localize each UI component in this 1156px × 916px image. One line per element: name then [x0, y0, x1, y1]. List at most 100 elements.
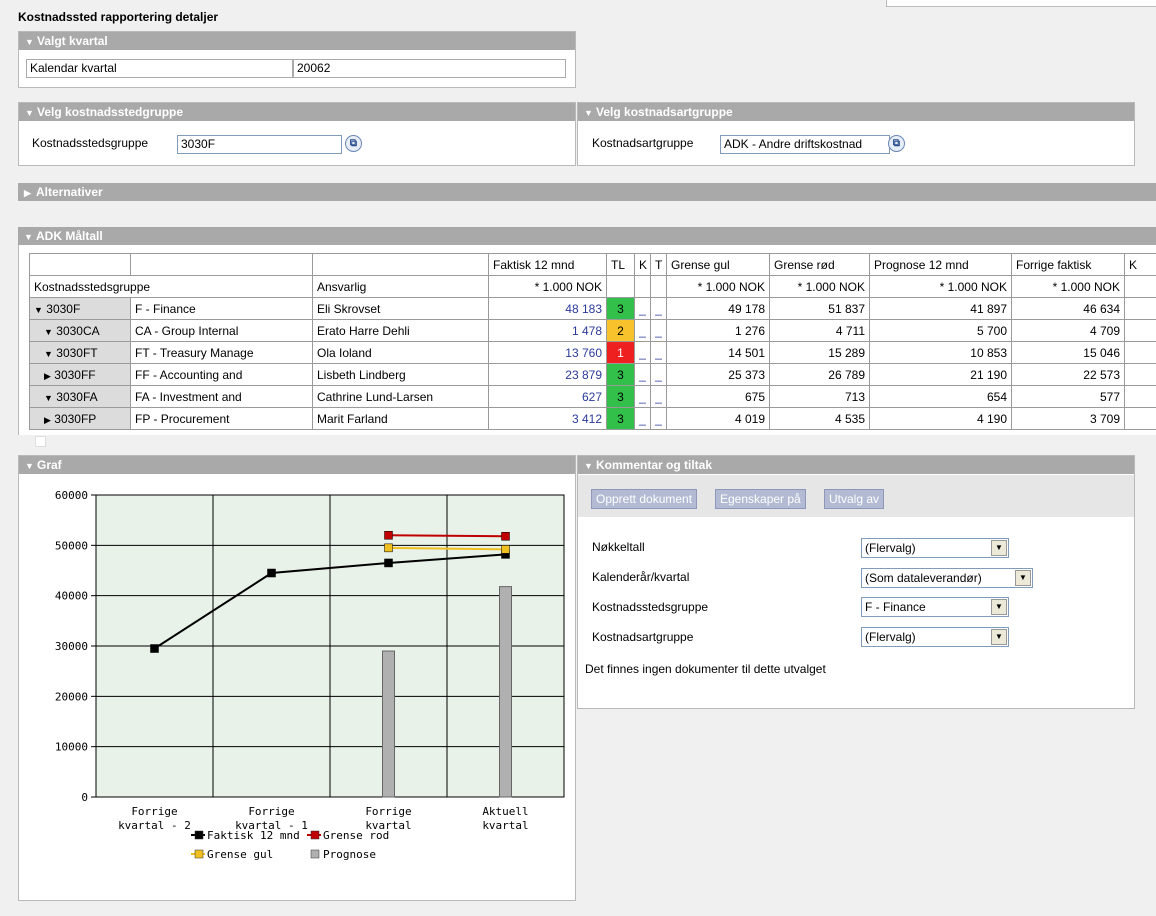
filter-select-kalenderar[interactable]: (Som dataleverandør) ▼ — [861, 568, 1033, 588]
x-tick-label: kvartal - 2 — [118, 819, 191, 832]
row-k-cell[interactable]: _ — [634, 385, 651, 408]
x-tick-label: Forrige — [248, 805, 294, 818]
row-responsible-cell: Marit Farland — [312, 407, 489, 430]
valgt-kvartal-panel: ▼ Valgt kvartal Kalendar kvartal 20062 — [18, 31, 576, 88]
row-code-cell[interactable]: ▼ 3030FA — [29, 385, 131, 408]
row-grense-rod-cell: 713 — [769, 385, 870, 408]
chevron-down-icon[interactable]: ▼ — [991, 540, 1007, 556]
col-header-grense-rod[interactable]: Grense rød — [769, 253, 870, 276]
row-responsible-cell: Erato Harre Dehli — [312, 319, 489, 342]
row-k-cell[interactable]: _ — [634, 341, 651, 364]
collapse-triangle-icon: ▼ — [24, 232, 33, 242]
filter-select-kostnadsstedsgruppe[interactable]: F - Finance ▼ — [861, 597, 1009, 617]
row-code-cell[interactable]: ▼ 3030FT — [29, 341, 131, 364]
row-t-cell[interactable]: _ — [650, 341, 667, 364]
prognose-bar — [382, 650, 395, 798]
row-t-cell[interactable]: _ — [650, 407, 667, 430]
table-row[interactable]: ▼ 3030FA FA - Investment and Cathrine Lund… — [29, 385, 1156, 408]
series-point — [501, 532, 510, 541]
table-row[interactable]: ▶ 3030FP FP - Procurement Marit Farland 3 4… — [29, 407, 1156, 430]
graf-chart: 6000050000400003000020000100000Forrigekv… — [55, 489, 565, 861]
col-header-tl[interactable]: TL — [606, 253, 635, 276]
velg-kostnadsartgruppe-header[interactable]: ▼ Velg kostnadsartgruppe — [578, 103, 1134, 121]
kostnadsstedsgruppe-input[interactable]: 3030F — [177, 135, 342, 154]
row-grense-rod-cell: 15 289 — [769, 341, 870, 364]
filter-select-nokkeltall[interactable]: (Flervalg) ▼ — [861, 538, 1009, 558]
row-k-cell[interactable]: _ — [634, 407, 651, 430]
row-k-cell[interactable]: _ — [634, 297, 651, 320]
expand-triangle-icon[interactable]: ▼ — [34, 305, 43, 315]
velg-kostnadsstedgruppe-header[interactable]: ▼ Velg kostnadsstedgruppe — [19, 103, 575, 121]
col-header-k[interactable]: K — [634, 253, 651, 276]
col-header-k2[interactable]: K — [1124, 253, 1156, 276]
row-forrige-cell: 22 573 — [1011, 363, 1125, 386]
row-t-cell[interactable]: _ — [650, 385, 667, 408]
filter-select-kostnadsartgruppe[interactable]: (Flervalg) ▼ — [861, 627, 1009, 647]
graf-header[interactable]: ▼ Graf — [19, 456, 575, 474]
expand-triangle-icon[interactable]: ▶ — [44, 371, 51, 381]
egenskaper-button[interactable]: Egenskaper på — [715, 489, 806, 509]
row-t-cell[interactable]: _ — [650, 363, 667, 386]
row-faktisk-cell[interactable]: 13 760 — [488, 341, 607, 364]
row-name-cell: CA - Group Internal — [130, 319, 313, 342]
opprett-dokument-button[interactable]: Opprett dokument — [591, 489, 698, 509]
expand-triangle-icon[interactable]: ▼ — [44, 393, 53, 403]
collapse-triangle-icon: ▼ — [584, 461, 593, 471]
y-tick-label: 60000 — [55, 489, 88, 502]
row-prognose-cell: 21 190 — [869, 363, 1012, 386]
row-faktisk-cell[interactable]: 627 — [488, 385, 607, 408]
kostnadsartgruppe-input[interactable]: ADK - Andre driftskostnad — [720, 135, 890, 154]
maltall-table: Faktisk 12 mnd TL K T Grense gul Grense … — [29, 253, 1156, 430]
col-header-forrige-faktisk[interactable]: Forrige faktisk — [1011, 253, 1125, 276]
valgt-kvartal-header[interactable]: ▼ Valgt kvartal — [19, 32, 575, 50]
lookup-icon[interactable]: ⧉ — [345, 135, 362, 152]
kostnadsartgruppe-label: Kostnadsartgruppe — [592, 136, 694, 150]
series-point — [501, 545, 510, 554]
row-code-cell[interactable]: ▼ 3030CA — [29, 319, 131, 342]
chevron-down-icon[interactable]: ▼ — [1015, 570, 1031, 586]
row-t-cell[interactable]: _ — [650, 297, 667, 320]
table-row[interactable]: ▼ 3030CA CA - Group Internal Erato Harre D… — [29, 319, 1156, 342]
series-point — [384, 531, 393, 540]
row-grense-gul-cell: 14 501 — [666, 341, 770, 364]
row-code-cell[interactable]: ▶ 3030FF — [29, 363, 131, 386]
alternativer-header[interactable]: ▶ Alternativer — [18, 183, 1156, 201]
col-header-faktisk[interactable]: Faktisk 12 mnd — [488, 253, 607, 276]
table-row[interactable]: ▼ 3030F F - Finance Eli Skrovset 48 183 3 _ _ 4… — [29, 297, 1156, 320]
legend-label: Faktisk 12 mnd — [207, 829, 300, 842]
table-row[interactable]: ▶ 3030FF FF - Accounting and Lisbeth Lindb… — [29, 363, 1156, 386]
maltall-header[interactable]: ▼ ADK Måltall — [18, 227, 1156, 245]
row-code-cell[interactable]: ▼ 3030F — [29, 297, 131, 320]
utvalg-button[interactable]: Utvalg av — [824, 489, 885, 509]
row-faktisk-cell[interactable]: 48 183 — [488, 297, 607, 320]
row-faktisk-cell[interactable]: 23 879 — [488, 363, 607, 386]
col-header-grense-gul[interactable]: Grense gul — [666, 253, 770, 276]
collapse-triangle-icon: ▼ — [25, 461, 34, 471]
chevron-down-icon[interactable]: ▼ — [991, 599, 1007, 615]
row-code-cell[interactable]: ▶ 3030FP — [29, 407, 131, 430]
col-header-group[interactable]: Kostnadsstedsgruppe — [29, 275, 313, 298]
row-prognose-cell: 41 897 — [869, 297, 1012, 320]
col-header-prognose[interactable]: Prognose 12 mnd — [869, 253, 1012, 276]
col-header-t[interactable]: T — [650, 253, 667, 276]
row-faktisk-cell[interactable]: 1 478 — [488, 319, 607, 342]
status-badge: 2 — [606, 319, 635, 342]
row-responsible-cell: Ola Ioland — [312, 341, 489, 364]
chevron-down-icon[interactable]: ▼ — [991, 629, 1007, 645]
row-k-cell[interactable]: _ — [634, 363, 651, 386]
x-tick-label: Aktuell — [482, 805, 528, 818]
expand-triangle-icon: ▶ — [24, 188, 31, 198]
kommentar-header[interactable]: ▼ Kommentar og tiltak — [578, 456, 1134, 474]
col-header-responsible[interactable]: Ansvarlig — [312, 275, 489, 298]
x-tick-label: kvartal — [482, 819, 528, 832]
prognose-bar — [499, 586, 512, 798]
row-faktisk-cell[interactable]: 3 412 — [488, 407, 607, 430]
collapse-triangle-icon: ▼ — [25, 37, 34, 47]
expand-triangle-icon[interactable]: ▼ — [44, 349, 53, 359]
row-k-cell[interactable]: _ — [634, 319, 651, 342]
row-t-cell[interactable]: _ — [650, 319, 667, 342]
lookup-icon[interactable]: ⧉ — [888, 135, 905, 152]
table-row[interactable]: ▼ 3030FT FT - Treasury Manage Ola Ioland 13… — [29, 341, 1156, 364]
expand-triangle-icon[interactable]: ▶ — [44, 415, 51, 425]
expand-triangle-icon[interactable]: ▼ — [44, 327, 53, 337]
